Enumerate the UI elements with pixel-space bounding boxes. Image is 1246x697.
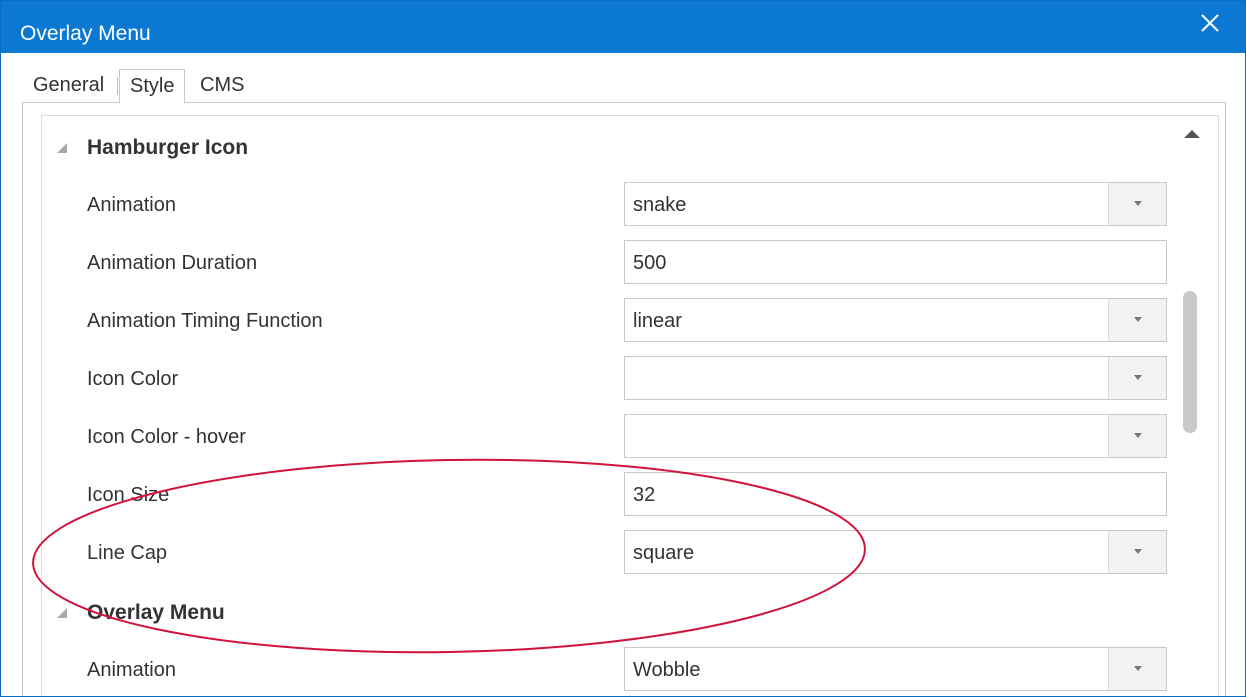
property-row-animation-timing-function: Animation Timing Function linear xyxy=(42,298,1172,344)
dropdown-arrow-icon[interactable] xyxy=(1108,299,1166,341)
property-row-line-cap: Line Cap square xyxy=(42,530,1172,576)
property-label: Icon Color xyxy=(87,368,179,390)
tab-cms[interactable]: CMS xyxy=(200,69,244,103)
property-label: Icon Color - hover xyxy=(87,426,246,448)
property-grid: Hamburger Icon Animation snake Animation… xyxy=(41,115,1219,696)
tab-content-panel: Hamburger Icon Animation snake Animation… xyxy=(22,102,1226,696)
field-value: linear xyxy=(633,310,682,332)
field-value: snake xyxy=(633,194,687,216)
dropdown-arrow-icon[interactable] xyxy=(1108,183,1166,225)
field-value: square xyxy=(633,542,695,564)
section-header-overlay-menu[interactable]: Overlay Menu xyxy=(42,593,1172,633)
property-label: Animation Duration xyxy=(87,252,258,274)
line-cap-select[interactable]: square xyxy=(624,530,1167,574)
dropdown-arrow-icon[interactable] xyxy=(1108,648,1166,690)
overlay-menu-dialog: Overlay Menu General Style CMS Hamburger… xyxy=(0,0,1246,697)
title-bar: Overlay Menu xyxy=(1,1,1245,53)
icon-color-hover-select[interactable] xyxy=(624,414,1167,458)
tab-style[interactable]: Style xyxy=(119,69,186,104)
property-label: Icon Size xyxy=(87,484,170,506)
section-header-hamburger-icon[interactable]: Hamburger Icon xyxy=(42,128,1172,168)
scroll-up-arrow-icon[interactable] xyxy=(1182,126,1202,142)
tab-general[interactable]: General xyxy=(33,69,104,103)
field-value: Wobble xyxy=(633,659,701,681)
field-value: 500 xyxy=(633,252,667,274)
overlay-animation-select[interactable]: Wobble xyxy=(624,647,1167,691)
property-row-overlay-animation: Animation Wobble xyxy=(42,647,1172,693)
property-label: Animation xyxy=(87,659,176,681)
property-row-animation: Animation snake xyxy=(42,182,1172,228)
section-title: Hamburger Icon xyxy=(87,136,249,159)
animation-duration-input[interactable]: 500 xyxy=(624,240,1167,284)
property-label: Animation xyxy=(87,194,176,216)
property-row-icon-color-hover: Icon Color - hover xyxy=(42,414,1172,460)
section-title: Overlay Menu xyxy=(87,601,225,624)
property-row-icon-color: Icon Color xyxy=(42,356,1172,402)
dropdown-arrow-icon[interactable] xyxy=(1108,357,1166,399)
window-title: Overlay Menu xyxy=(20,22,151,45)
property-label: Line Cap xyxy=(87,542,168,564)
icon-color-select[interactable] xyxy=(624,356,1167,400)
vertical-scrollbar-thumb[interactable] xyxy=(1183,291,1197,433)
field-value: 32 xyxy=(633,484,656,506)
dropdown-arrow-icon[interactable] xyxy=(1108,415,1166,457)
icon-size-input[interactable]: 32 xyxy=(624,472,1167,516)
dropdown-arrow-icon[interactable] xyxy=(1108,531,1166,573)
property-label: Animation Timing Function xyxy=(87,310,323,332)
animation-timing-function-select[interactable]: linear xyxy=(624,298,1167,342)
expanded-triangle-icon[interactable] xyxy=(55,606,69,625)
property-row-animation-duration: Animation Duration 500 xyxy=(42,240,1172,286)
close-icon[interactable] xyxy=(1197,10,1223,36)
tab-divider xyxy=(117,77,118,95)
expanded-triangle-icon[interactable] xyxy=(55,141,69,160)
property-row-icon-size: Icon Size 32 xyxy=(42,472,1172,518)
animation-select[interactable]: snake xyxy=(624,182,1167,226)
